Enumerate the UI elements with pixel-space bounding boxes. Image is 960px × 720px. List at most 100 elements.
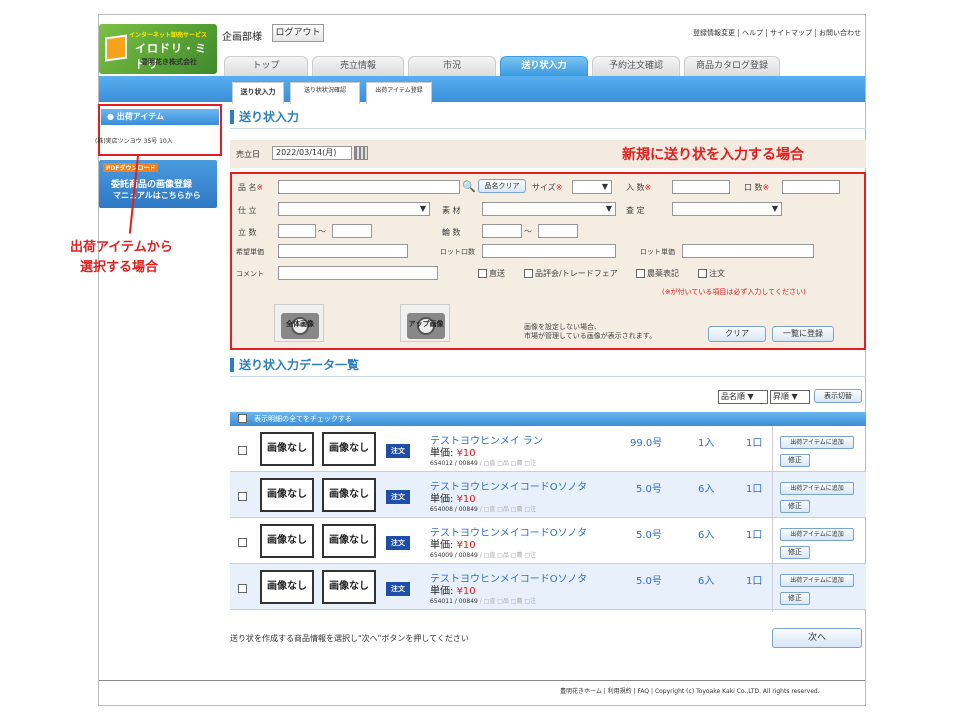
unit-price: 単価: ¥10	[430, 586, 476, 597]
tab-top[interactable]: トップ	[224, 56, 308, 76]
table-row: 画像なし 画像なし 注文 テストヨウヒンメイ ラン 単価: ¥10 654012…	[230, 426, 866, 472]
pdf-download-badge: PDFダウンロード	[103, 163, 159, 172]
rinsu-from-input[interactable]	[482, 224, 522, 238]
kuchisu-input[interactable]	[782, 180, 840, 194]
sort-apply-button[interactable]: 表示切替	[814, 389, 862, 403]
lot-kuchi-label: ロット口数	[440, 248, 475, 256]
rissu-from-input[interactable]	[278, 224, 316, 238]
tab-invoice-entry[interactable]: 送り状入力	[500, 56, 588, 76]
closeup-image-placeholder: 画像なし	[322, 570, 376, 604]
satei-select[interactable]: ▼	[672, 202, 782, 216]
table-row: 画像なし 画像なし 注文 テストヨウヒンメイコードOソノタ 単価: ¥10 65…	[230, 472, 866, 518]
rissu-to-input[interactable]	[332, 224, 372, 238]
irisu-value: 1入	[698, 438, 715, 449]
kuchi-value: 1口	[746, 530, 763, 541]
add-to-items-button[interactable]: 出荷アイテムに追加	[780, 574, 854, 587]
subtab-invoice-status[interactable]: 送り状状況確認	[290, 82, 360, 104]
edit-button[interactable]: 修正	[780, 500, 810, 513]
kibo-label: 希望単価	[236, 248, 264, 256]
name-label: 品 名※	[238, 183, 264, 192]
annotation-left-caption-1: 出荷アイテムから	[70, 240, 173, 255]
rissu-label: 立 数	[238, 228, 257, 237]
whole-image-camera-icon[interactable]: 全体画像	[274, 304, 324, 342]
sidebar-shipping-item[interactable]: (株)実店ツンヨウ 35号 10入	[95, 136, 173, 145]
kuchi-value: 1口	[746, 438, 763, 449]
tab-catalog[interactable]: 商品カタログ登録	[684, 56, 780, 76]
next-button[interactable]: 次へ	[772, 628, 862, 648]
row-checkbox[interactable]	[238, 492, 247, 501]
add-to-items-button[interactable]: 出荷アイテムに追加	[780, 436, 854, 449]
rinsu-label: 輪 数	[442, 228, 461, 237]
sozai-select[interactable]: ▼	[482, 202, 616, 216]
link-help[interactable]: ヘルプ	[739, 29, 767, 37]
tab-market[interactable]: 市況	[408, 56, 496, 76]
lot-tanka-input[interactable]	[682, 244, 814, 258]
whole-image-placeholder: 画像なし	[260, 570, 314, 604]
unit-price: 単価: ¥10	[430, 540, 476, 551]
row-checkbox[interactable]	[238, 538, 247, 547]
direct-check-box[interactable]	[478, 269, 487, 278]
order-badge: 注文	[386, 490, 410, 504]
irisu-input[interactable]	[672, 180, 730, 194]
subtab-item-register[interactable]: 出荷アイテム登録	[366, 82, 432, 104]
sort-order-select[interactable]: 昇順 ▼	[770, 390, 810, 404]
clear-button[interactable]: クリア	[708, 326, 766, 342]
check-all-label: 表示明細の全てをチェックする	[254, 415, 352, 423]
size-value: 5.0号	[636, 530, 662, 541]
comment-label: コメント	[236, 270, 264, 278]
size-select[interactable]: ▼	[572, 180, 612, 194]
sort-field-select[interactable]: 品名順 ▼	[718, 390, 768, 404]
table-row: 画像なし 画像なし 注文 テストヨウヒンメイコードOソノタ 単価: ¥10 65…	[230, 518, 866, 564]
row-checkbox[interactable]	[238, 446, 247, 455]
rinsu-to-input[interactable]	[538, 224, 578, 238]
logout-button[interactable]: ログアウト	[272, 24, 324, 42]
site-logo[interactable]: インターネット卸売サービス イロドリ・ミドリ 豊明花き株式会社	[99, 24, 217, 74]
fair-check-box[interactable]	[524, 269, 533, 278]
sale-date-input[interactable]: 2022/03/14(月)	[272, 146, 352, 160]
closeup-image-label: アップ画像	[408, 320, 444, 328]
link-sitemap[interactable]: サイトマップ	[767, 29, 816, 37]
product-code: 654011 / 00849 / □直 □品 □農 □注	[430, 598, 537, 605]
pesticide-check-box[interactable]	[636, 269, 645, 278]
pdf-banner-line2: マニュアルはこちらから	[113, 191, 201, 200]
logo-tagline: インターネット卸売サービス	[129, 32, 208, 39]
edit-button[interactable]: 修正	[780, 592, 810, 605]
edit-button[interactable]: 修正	[780, 546, 810, 559]
kibo-price-input[interactable]	[278, 244, 408, 258]
edit-button[interactable]: 修正	[780, 454, 810, 467]
search-icon[interactable]: 🔍	[462, 180, 476, 193]
annotation-right-caption: 新規に送り状を入力する場合	[622, 147, 804, 163]
shitate-select[interactable]: ▼	[278, 202, 430, 216]
closeup-image-camera-icon[interactable]: アップ画像	[400, 304, 450, 342]
kuchisu-label: 口 数※	[744, 183, 770, 192]
product-name-input[interactable]	[278, 180, 460, 194]
order-checkbox[interactable]: 注文	[698, 268, 725, 279]
link-contact[interactable]: お問い合わせ	[816, 29, 864, 37]
irisu-value: 6入	[698, 530, 715, 541]
register-to-list-button[interactable]: 一覧に登録	[772, 326, 834, 342]
add-to-items-button[interactable]: 出荷アイテムに追加	[780, 528, 854, 541]
fair-checkbox[interactable]: 品評会/トレードフェア	[524, 268, 618, 279]
size-value: 5.0号	[636, 576, 662, 587]
comment-input[interactable]	[278, 266, 438, 280]
add-to-items-button[interactable]: 出荷アイテムに追加	[780, 482, 854, 495]
row-checkbox[interactable]	[238, 584, 247, 593]
lot-kuchi-input[interactable]	[482, 244, 616, 258]
footer-divider	[99, 680, 865, 681]
pdf-manual-banner[interactable]: PDFダウンロード 委託商品の画像登録 マニュアルはこちらから	[99, 160, 217, 208]
tab-sales-info[interactable]: 売立情報	[312, 56, 404, 76]
shitate-label: 仕 立	[238, 206, 257, 215]
annotation-left-caption-2: 選択する場合	[80, 260, 159, 275]
link-account-settings[interactable]: 登録情報変更	[690, 29, 739, 37]
subtab-invoice-entry[interactable]: 送り状入力	[232, 82, 284, 104]
product-code: 654009 / 00849 / □直 □品 □農 □注	[430, 552, 537, 559]
direct-checkbox[interactable]: 直送	[478, 268, 505, 279]
order-badge: 注文	[386, 444, 410, 458]
check-all-checkbox[interactable]	[238, 414, 247, 423]
calendar-icon[interactable]	[354, 146, 368, 160]
tab-reservation[interactable]: 予約注文確認	[592, 56, 680, 76]
name-clear-button[interactable]: 品名クリア	[478, 179, 526, 193]
image-note-2: 市場が管理している画像が表示されます。	[524, 332, 657, 340]
order-check-box[interactable]	[698, 269, 707, 278]
pesticide-checkbox[interactable]: 農薬表記	[636, 268, 679, 279]
